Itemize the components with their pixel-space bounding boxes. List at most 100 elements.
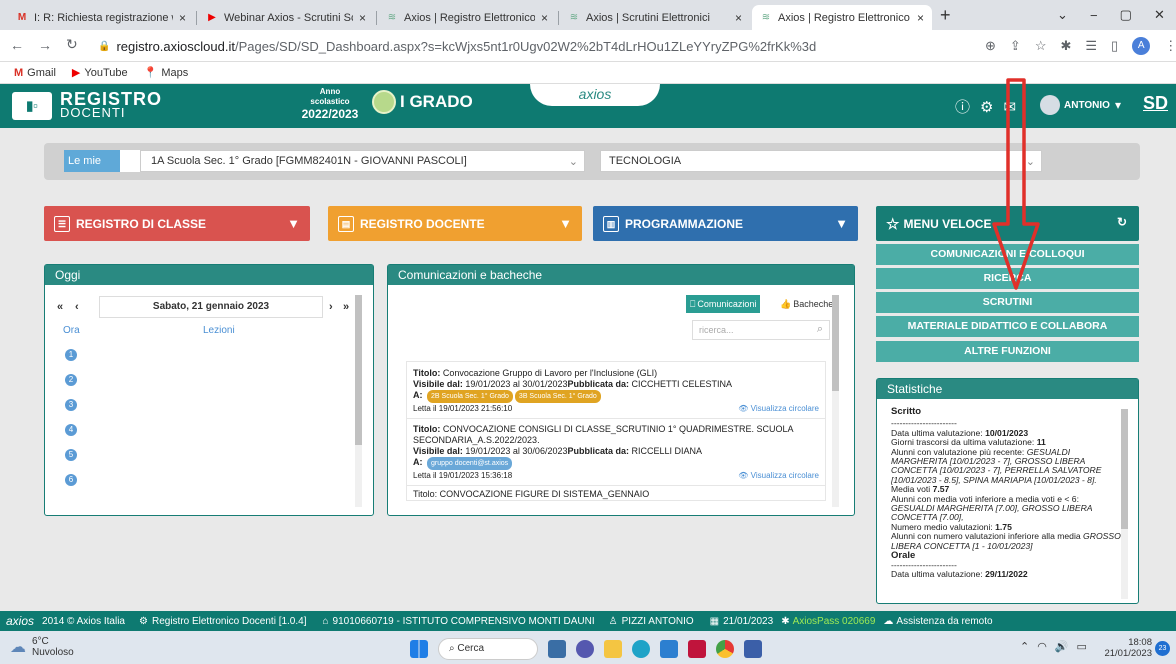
list-item[interactable]: Titolo: Convocazione Gruppo di Lavoro pe… <box>407 362 825 419</box>
comunicazioni-list: Titolo: Convocazione Gruppo di Lavoro pe… <box>406 361 826 501</box>
photos-icon[interactable] <box>744 640 762 658</box>
search-input[interactable]: ricerca... ⌕ <box>692 320 830 340</box>
wifi-icon[interactable]: ◠ <box>1037 640 1047 653</box>
clock[interactable]: 18:08 21/01/2023 <box>1104 637 1152 659</box>
notification-badge[interactable]: 23 <box>1155 641 1170 656</box>
app-footer: axios 2014 © Axios Italia ⚙ Registro Ele… <box>0 611 1176 631</box>
class-badge: 2B Scuola Sec. 1° Grado <box>427 390 513 403</box>
close-window-icon[interactable]: ✕ <box>1154 7 1165 23</box>
double-chevron-left-icon[interactable]: « <box>57 301 75 313</box>
grade-selector[interactable]: I GRADO <box>372 90 473 114</box>
thumbs-up-icon: 👍 <box>780 298 792 309</box>
visualizza-circolare-link[interactable]: 👁 Visualizza circolare <box>738 470 819 481</box>
windows-start-icon[interactable] <box>410 640 428 658</box>
restore-icon[interactable]: ▢ <box>1120 7 1132 23</box>
scrollbar[interactable] <box>355 295 362 507</box>
chevron-right-icon[interactable]: › <box>329 301 343 313</box>
chevron-left-icon[interactable]: ‹ <box>75 301 93 313</box>
close-icon[interactable]: × <box>735 11 742 25</box>
tab-comunicazioni[interactable]: ⎕ Comunicazioni <box>686 295 761 313</box>
task-view-icon[interactable] <box>548 640 566 658</box>
registro-di-classe-button[interactable]: ☰ REGISTRO DI CLASSE ▼ <box>44 206 310 241</box>
chevron-up-icon[interactable]: ⌃ <box>1020 640 1029 653</box>
teacher-icon: ▮▫ <box>12 92 52 120</box>
star-icon[interactable]: ☆ <box>1035 38 1047 54</box>
edge-icon[interactable] <box>632 640 650 658</box>
reload-icon[interactable]: ↻ <box>66 36 78 53</box>
hour-3[interactable]: 3 <box>65 399 77 411</box>
menu-item-altre-funzioni[interactable]: ALTRE FUNZIONI <box>876 341 1139 362</box>
help-icon[interactable]: ⓘ <box>955 96 970 117</box>
star-icon: ☆ <box>886 215 900 233</box>
hour-5[interactable]: 5 <box>65 449 77 461</box>
mcafee-icon[interactable] <box>688 640 706 658</box>
gmail-icon: M <box>14 66 24 79</box>
extensions-icon[interactable]: ✱ <box>1060 38 1071 54</box>
volume-icon[interactable]: 🔊 <box>1055 640 1069 653</box>
axiospass-link[interactable]: AxiosPass 020669 <box>793 616 876 627</box>
bookmark-gmail[interactable]: M Gmail <box>14 67 56 79</box>
registro-docente-button[interactable]: ▤ REGISTRO DOCENTE ▼ <box>328 206 582 241</box>
visualizza-circolare-link[interactable]: 👁 Visualizza circolare <box>738 403 819 414</box>
caret-down-icon: ▼ <box>835 216 848 231</box>
profile-avatar[interactable]: A <box>1132 37 1151 55</box>
browser-tab-gmail[interactable]: M I: R: Richiesta registrazione webir × <box>8 5 194 30</box>
browser-tab-bar: M I: R: Richiesta registrazione webir × … <box>0 0 1176 30</box>
battery-icon[interactable]: ▭ <box>1077 640 1087 653</box>
chevron-down-icon: ▾ <box>1114 98 1121 112</box>
browser-tab-axios-scrutini[interactable]: ≋ Axios | Scrutini Elettronici × <box>560 5 750 30</box>
scrollbar[interactable] <box>832 295 839 507</box>
bookmark-youtube[interactable]: ▶ YouTube <box>72 66 128 80</box>
windows-taskbar: ☁ 6°C Nuvoloso ⌕ Cerca ⌃ ◠ 🔊 ▭ 18:08 21/… <box>0 631 1176 664</box>
chrome-icon[interactable] <box>716 640 734 658</box>
url-input[interactable]: 🔒 registro.axioscloud.it/Pages/SD/SD_Das… <box>92 33 962 59</box>
refresh-icon[interactable]: ↻ <box>1117 215 1127 229</box>
zoom-icon[interactable]: ⊕ <box>985 38 996 54</box>
bookmark-icon: ⎕ <box>690 298 696 309</box>
youtube-icon: ▶ <box>208 11 216 23</box>
forward-icon[interactable]: → <box>38 37 52 53</box>
le-mie-toggle[interactable]: Le mie <box>64 150 120 172</box>
hour-2[interactable]: 2 <box>65 374 77 386</box>
school-class-select[interactable]: 1A Scuola Sec. 1° Grado [FGMM82401N - GI… <box>140 150 585 172</box>
close-icon[interactable]: × <box>179 11 186 25</box>
back-icon[interactable]: ← <box>10 37 24 53</box>
scrollbar[interactable] <box>1121 409 1128 599</box>
menu-icon[interactable]: ⋮ <box>1164 38 1176 54</box>
hour-1[interactable]: 1 <box>65 349 77 361</box>
chevron-down-icon[interactable]: ⌄ <box>1057 7 1068 23</box>
close-icon[interactable]: × <box>917 11 924 25</box>
axios-icon: ≋ <box>569 11 579 23</box>
menu-item-materiale-didattico[interactable]: MATERIALE DIDATTICO E COLLABORA <box>876 316 1139 337</box>
file-explorer-icon[interactable] <box>604 640 622 658</box>
menu-item-scrutini[interactable]: SCRUTINI <box>876 292 1139 313</box>
assistenza-link[interactable]: Assistenza da remoto <box>896 616 992 627</box>
taskbar-search[interactable]: ⌕ Cerca <box>438 638 538 660</box>
teams-icon[interactable] <box>576 640 594 658</box>
reading-list-icon[interactable]: ☰ <box>1085 38 1097 54</box>
subject-select[interactable]: TECNOLOGIA ⌄ <box>600 150 1042 172</box>
tab-bacheche[interactable]: 👍 Bacheche <box>776 295 837 313</box>
list-item-partial[interactable]: Titolo: CONVOCAZIONE FIGURE DI SISTEMA_G… <box>407 486 825 500</box>
programmazione-button[interactable]: ▥ PROGRAMMAZIONE ▼ <box>593 206 858 241</box>
chart-icon: ▥ <box>603 215 619 232</box>
user-menu[interactable]: ANTONIO ▾ <box>1040 95 1121 115</box>
close-icon[interactable]: × <box>359 11 366 25</box>
weather-widget[interactable]: ☁ 6°C Nuvoloso <box>10 636 74 658</box>
current-date: Sabato, 21 gennaio 2023 <box>99 296 323 318</box>
share-icon[interactable]: ⇪ <box>1010 38 1021 54</box>
close-icon[interactable]: × <box>541 11 548 25</box>
store-icon[interactable] <box>660 640 678 658</box>
list-item[interactable]: Titolo: CONVOCAZIONE CONSIGLI DI CLASSE_… <box>407 419 825 486</box>
hour-6[interactable]: 6 <box>65 474 77 486</box>
side-panel-icon[interactable]: ▯ <box>1111 38 1118 54</box>
browser-tab-axios-registro[interactable]: ≋ Axios | Registro Elettronico Doce × <box>378 5 556 30</box>
bookmark-maps[interactable]: 📍 Maps <box>144 66 189 80</box>
browser-tab-webinar[interactable]: ▶ Webinar Axios - Scrutini Scuola P × <box>198 5 374 30</box>
hour-4[interactable]: 4 <box>65 424 77 436</box>
browser-tab-axios-active[interactable]: ≋ Axios | Registro Elettronico Doce × <box>752 5 932 30</box>
new-tab-button[interactable]: + <box>940 5 951 26</box>
col-lezioni: Lezioni <box>203 325 235 336</box>
minimize-icon[interactable]: − <box>1090 8 1098 23</box>
registro-docenti-logo[interactable]: ▮▫ REGISTRO DOCENTI <box>12 90 162 120</box>
